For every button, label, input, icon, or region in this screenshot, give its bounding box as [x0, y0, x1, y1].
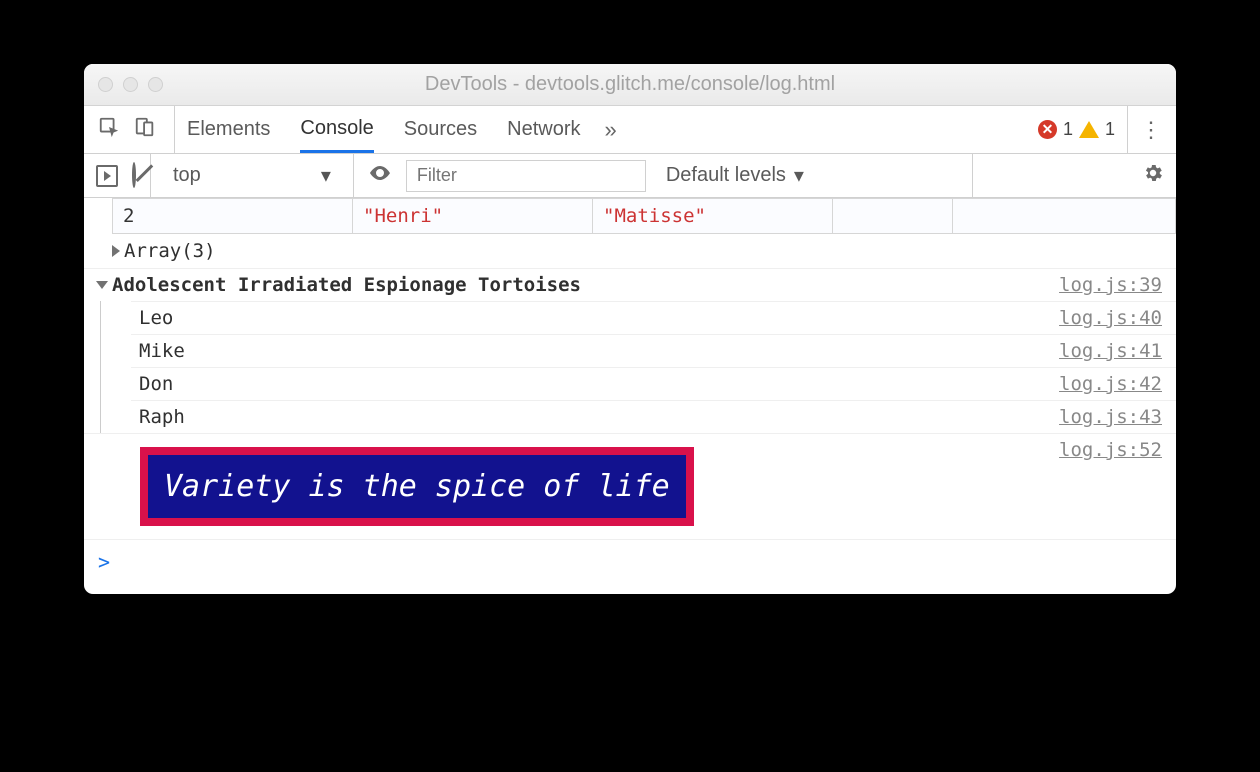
log-message: Mike: [139, 340, 1059, 362]
context-select[interactable]: top ▾: [165, 159, 339, 192]
console-output: 2 "Henri" "Matisse" Array(3) Adolescent …: [84, 198, 1176, 594]
devtools-window: DevTools - devtools.glitch.me/console/lo…: [84, 64, 1176, 594]
group-title: Adolescent Irradiated Espionage Tortoise…: [112, 274, 1059, 296]
titlebar: DevTools - devtools.glitch.me/console/lo…: [84, 64, 1176, 106]
log-entry[interactable]: Don log.js:42: [131, 367, 1176, 400]
chevron-down-icon: ▾: [794, 163, 804, 188]
console-prompt[interactable]: >: [84, 539, 1176, 584]
log-message: Raph: [139, 406, 1059, 428]
prompt-chevron-icon: >: [98, 550, 110, 574]
tab-bar: Elements Console Sources Network » ✕ 1 1…: [84, 106, 1176, 154]
log-message: Leo: [139, 307, 1059, 329]
source-link[interactable]: log.js:42: [1059, 373, 1162, 395]
levels-label: Default levels: [666, 164, 786, 187]
source-link[interactable]: log.js:40: [1059, 307, 1162, 329]
console-group-header[interactable]: Adolescent Irradiated Espionage Tortoise…: [84, 268, 1176, 301]
log-entry[interactable]: Raph log.js:43: [131, 400, 1176, 433]
warning-icon[interactable]: [1079, 121, 1099, 138]
window-title: DevTools - devtools.glitch.me/console/lo…: [84, 73, 1176, 96]
console-toolbar: top ▾ Default levels ▾: [84, 154, 1176, 198]
log-message: Don: [139, 373, 1059, 395]
chevron-down-icon: [96, 281, 108, 289]
warning-count[interactable]: 1: [1105, 119, 1115, 140]
error-icon[interactable]: ✕: [1038, 120, 1057, 139]
filter-input[interactable]: [406, 160, 646, 192]
array-expander[interactable]: Array(3): [84, 234, 1176, 268]
table-cell-first: "Henri": [353, 199, 593, 233]
device-toggle-icon[interactable]: [134, 116, 156, 144]
source-link[interactable]: log.js:39: [1059, 274, 1162, 296]
source-link[interactable]: log.js:41: [1059, 340, 1162, 362]
clear-console-icon[interactable]: [132, 164, 136, 187]
sidebar-toggle-icon[interactable]: [96, 165, 118, 187]
array-label: Array(3): [124, 240, 216, 262]
source-link[interactable]: log.js:52: [1059, 439, 1162, 534]
context-value: top: [173, 164, 201, 187]
log-entry[interactable]: Mike log.js:41: [131, 334, 1176, 367]
tab-network[interactable]: Network: [507, 106, 580, 153]
gear-icon[interactable]: [1142, 162, 1164, 190]
log-entry[interactable]: Leo log.js:40: [131, 301, 1176, 334]
live-expression-icon[interactable]: [368, 161, 392, 191]
chevron-right-icon: [112, 245, 120, 257]
source-link[interactable]: log.js:43: [1059, 406, 1162, 428]
chevron-down-icon: ▾: [321, 163, 331, 188]
log-levels-select[interactable]: Default levels ▾: [666, 163, 804, 188]
tabs-overflow-icon[interactable]: »: [605, 117, 617, 143]
error-count[interactable]: 1: [1063, 119, 1073, 140]
log-entry-styled[interactable]: Variety is the spice of life log.js:52: [84, 433, 1176, 539]
styled-message: Variety is the spice of life: [140, 447, 694, 526]
tab-elements[interactable]: Elements: [187, 106, 270, 153]
tab-sources[interactable]: Sources: [404, 106, 477, 153]
table-cell-index: 2: [113, 199, 353, 233]
inspect-icon[interactable]: [98, 116, 120, 144]
tab-console[interactable]: Console: [300, 106, 373, 153]
table-cell-empty: [833, 199, 953, 233]
settings-menu-icon[interactable]: ⋮: [1140, 117, 1162, 143]
table-row[interactable]: 2 "Henri" "Matisse": [112, 198, 1176, 234]
table-cell-last: "Matisse": [593, 199, 833, 233]
console-group-body: Leo log.js:40 Mike log.js:41 Don log.js:…: [100, 301, 1176, 433]
